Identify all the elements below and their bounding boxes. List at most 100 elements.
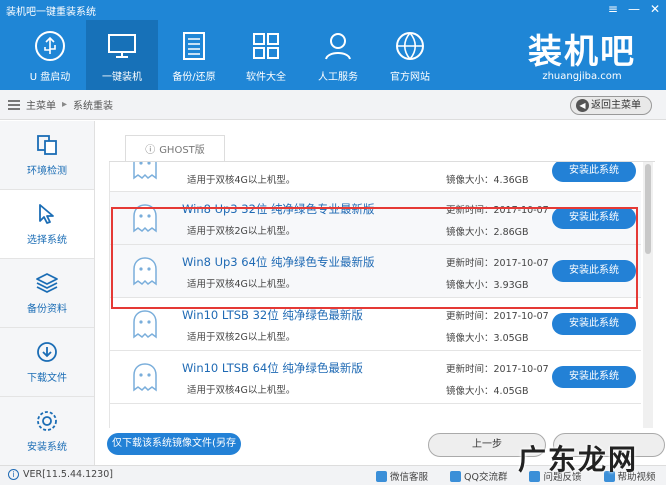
- nav-label: 备份/还原: [172, 72, 216, 83]
- step-label: 备份资料: [27, 304, 67, 315]
- system-name[interactable]: Win10 LTSB 64位 纯净绿色最新版: [182, 360, 363, 376]
- version-text: VER[11.5.44.1230]: [23, 469, 113, 480]
- apps-grid-icon: [253, 33, 279, 59]
- list-item: Win10 LTSB 64位 纯净绿色最新版 适用于双核4G以上机型。 更新时间…: [110, 351, 641, 404]
- list-item: 适用于双核4G以上机型。 镜像大小：4.36GB 安装此系统: [110, 162, 641, 192]
- install-button[interactable]: 安装此系统: [552, 260, 636, 282]
- breadcrumb: 主菜单 ▸ 系统重装 ◀ 返回主菜单: [0, 90, 666, 120]
- step-label: 安装系统: [27, 442, 67, 453]
- watermark: 广东龙网: [518, 443, 639, 476]
- footer-link-wechat[interactable]: 微信客服: [376, 469, 428, 483]
- download-icon: [37, 342, 57, 362]
- arrow-left-icon: ◀: [576, 99, 589, 112]
- install-button[interactable]: 安装此系统: [552, 313, 636, 335]
- nav-official-site[interactable]: 官方网站: [374, 20, 446, 90]
- step-environment-check[interactable]: 环境检测: [0, 121, 94, 190]
- brand-logo: 装机吧 zhuangjiba.com: [528, 24, 636, 82]
- ghost-icon: [133, 204, 157, 233]
- window-controls: ≡ — ✕: [608, 2, 660, 16]
- cursor-icon: [39, 204, 54, 224]
- list-item: Win8 Up3 32位 纯净绿色专业最新版 适用于双核2G以上机型。 更新时间…: [110, 192, 641, 245]
- breadcrumb-current: 系统重装: [73, 101, 114, 112]
- menu-icon[interactable]: ≡: [608, 2, 618, 16]
- monitor-icon: [108, 34, 136, 58]
- system-desc: 适用于双核2G以上机型。: [187, 226, 296, 237]
- install-button[interactable]: 安装此系统: [552, 366, 636, 388]
- window-title: 装机吧一键重装系统: [6, 7, 96, 18]
- ghost-icon: [133, 310, 157, 339]
- nav-one-click-install[interactable]: 一键装机: [86, 20, 158, 90]
- system-updated: 更新时间：2017-10-07: [446, 205, 549, 216]
- close-icon[interactable]: ✕: [650, 2, 660, 16]
- system-updated: 更新时间：2017-10-07: [446, 258, 549, 269]
- environment-check-icon: [37, 135, 57, 155]
- back-to-main-button[interactable]: ◀ 返回主菜单: [570, 96, 652, 115]
- breadcrumb-root[interactable]: 主菜单: [26, 97, 56, 112]
- version-info: i VER[11.5.44.1230]: [8, 469, 113, 480]
- footer-link-label: QQ交流群: [464, 472, 508, 483]
- wechat-icon: [376, 470, 387, 482]
- settings-icon: [37, 411, 57, 431]
- step-label: 下载文件: [27, 373, 67, 384]
- list-scrollbar[interactable]: [643, 162, 653, 428]
- system-desc: 适用于双核4G以上机型。: [187, 385, 296, 396]
- install-button[interactable]: 安装此系统: [552, 162, 636, 182]
- nav-label: 软件大全: [246, 72, 286, 83]
- footer-link-label: 微信客服: [390, 472, 429, 483]
- step-select-system[interactable]: 选择系统: [0, 190, 94, 259]
- nav-label: U 盘启动: [29, 72, 71, 83]
- breadcrumb-separator-icon: ▸: [62, 99, 68, 110]
- info-icon: i: [8, 469, 19, 480]
- backup-icon: [183, 32, 205, 60]
- step-sidebar: 环境检测 选择系统 备份资料 下载文件 安装系统: [0, 121, 95, 466]
- install-button[interactable]: 安装此系统: [552, 207, 636, 229]
- system-size: 镜像大小：4.36GB: [446, 175, 529, 186]
- usb-icon: [35, 31, 65, 61]
- nav-software[interactable]: 软件大全: [230, 20, 302, 90]
- qq-icon: [450, 470, 462, 482]
- system-desc: 适用于双核4G以上机型。: [187, 175, 296, 186]
- tab-ghost[interactable]: ⓘ GHOST版: [125, 135, 225, 161]
- system-size: 镜像大小：3.05GB: [446, 333, 529, 344]
- system-desc: 适用于双核4G以上机型。: [187, 279, 296, 290]
- step-backup-data[interactable]: 备份资料: [0, 259, 94, 328]
- minimize-icon[interactable]: —: [628, 2, 640, 16]
- info-icon: ⓘ: [145, 145, 156, 156]
- system-size: 镜像大小：4.05GB: [446, 386, 529, 397]
- system-desc: 适用于双核2G以上机型。: [187, 332, 296, 343]
- step-install-system[interactable]: 安装系统: [0, 397, 94, 466]
- system-name[interactable]: Win10 LTSB 32位 纯净绿色最新版: [182, 307, 363, 323]
- brand-name: 装机吧: [528, 32, 636, 72]
- system-size: 镜像大小：3.93GB: [446, 280, 529, 291]
- layers-icon: [36, 273, 58, 293]
- ghost-icon: [133, 257, 157, 286]
- nav-backup-restore[interactable]: 备份/还原: [158, 20, 230, 90]
- footer-link-qq[interactable]: QQ交流群: [450, 469, 507, 483]
- system-list: 适用于双核4G以上机型。 镜像大小：4.36GB 安装此系统 Win8 Up3 …: [109, 162, 641, 428]
- list-item: Win8 Up3 64位 纯净绿色专业最新版 适用于双核4G以上机型。 更新时间…: [110, 245, 641, 298]
- nav-label: 人工服务: [318, 72, 358, 83]
- person-icon: [325, 33, 351, 60]
- step-label: 选择系统: [27, 235, 67, 246]
- nav-usb-boot[interactable]: U 盘启动: [14, 20, 86, 90]
- nav-label: 一键装机: [102, 72, 142, 83]
- system-size: 镜像大小：2.86GB: [446, 227, 529, 238]
- list-icon: [8, 99, 20, 110]
- main-panel: ⓘ GHOST版 适用于双核4G以上机型。 镜像大小：4.36GB 安装此系统 …: [95, 121, 666, 471]
- system-name[interactable]: Win8 Up3 32位 纯净绿色专业最新版: [182, 201, 375, 217]
- back-button-label: 返回主菜单: [591, 100, 641, 111]
- tab-label: GHOST版: [159, 145, 205, 156]
- download-only-button[interactable]: 仅下载该系统镜像文件(另存为): [107, 433, 241, 471]
- list-item: Win10 LTSB 32位 纯净绿色最新版 适用于双核2G以上机型。 更新时间…: [110, 298, 641, 351]
- nav-label: 官方网站: [390, 72, 430, 83]
- step-label: 环境检测: [27, 166, 67, 177]
- app-header: 装机吧一键重装系统 ≡ — ✕ U 盘启动 一键装机 备份/还原 软件大全 人工…: [0, 0, 666, 90]
- system-updated: 更新时间：2017-10-07: [446, 311, 549, 322]
- scrollbar-thumb[interactable]: [645, 164, 651, 254]
- nav-manual-service[interactable]: 人工服务: [302, 20, 374, 90]
- step-download-files[interactable]: 下载文件: [0, 328, 94, 397]
- system-name[interactable]: Win8 Up3 64位 纯净绿色专业最新版: [182, 254, 375, 270]
- ghost-icon: [133, 363, 157, 392]
- brand-url: zhuangjiba.com: [542, 71, 622, 82]
- ghost-icon: [133, 162, 157, 180]
